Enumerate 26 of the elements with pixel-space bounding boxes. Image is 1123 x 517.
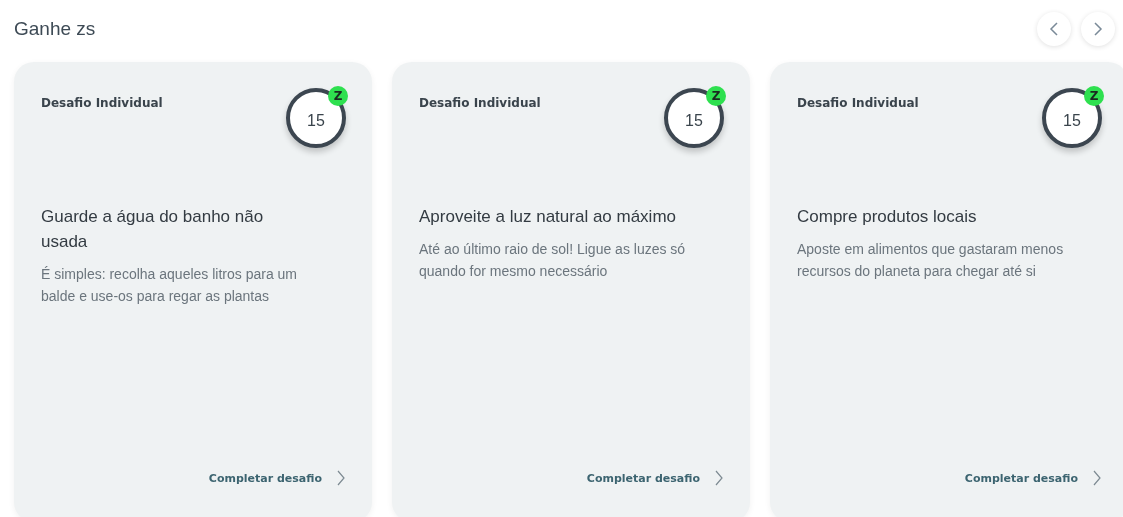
previous-button[interactable] <box>1037 12 1071 46</box>
chevron-right-icon <box>1092 470 1102 486</box>
challenge-description: Aposte em alimentos que gastaram menos recursos do planeta para chegar até si <box>797 240 1065 281</box>
section-title: Ganhe zs <box>14 18 96 40</box>
challenge-title: Compre produtos locais <box>797 206 978 228</box>
currency-badge: Z <box>1084 86 1104 106</box>
currency-badge: Z <box>706 86 726 106</box>
challenge-description: É simples: recolha aqueles litros para um balde e use-os para regar as plantas <box>41 265 298 306</box>
chevron-right-icon <box>1093 21 1103 37</box>
complete-challenge-link[interactable]: Completar desafio <box>586 470 724 486</box>
points-badge: 15 Z <box>1042 88 1102 148</box>
chevron-right-icon <box>336 470 346 486</box>
next-button[interactable] <box>1081 12 1115 46</box>
points-badge: 15 Z <box>286 88 346 148</box>
complete-challenge-link[interactable]: Completar desafio <box>208 470 346 486</box>
points-badge: 15 Z <box>664 88 724 148</box>
chevron-left-icon <box>1049 21 1059 37</box>
challenge-title: Aproveite a luz natural ao máximo <box>419 206 678 228</box>
challenge-title: Guarde a água do banho não usada <box>41 206 265 253</box>
challenge-description: Até ao último raio de sol! Ligue as luzes só quando for mesmo necessário <box>419 240 687 281</box>
complete-challenge-link[interactable]: Completar desafio <box>964 470 1102 486</box>
currency-badge: Z <box>328 86 348 106</box>
challenge-type: Desafio Individual <box>797 96 919 110</box>
challenge-type: Desafio Individual <box>41 96 163 110</box>
challenge-type: Desafio Individual <box>419 96 541 110</box>
chevron-right-icon <box>714 470 724 486</box>
